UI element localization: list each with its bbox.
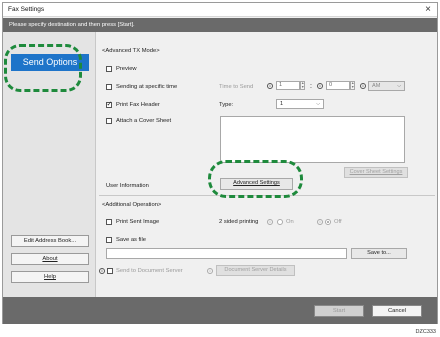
help-button[interactable]: Help [11,271,89,283]
save-as-file-label: Save as file [116,237,146,243]
start-button[interactable]: Start [314,305,364,317]
send-to-server-checkbox[interactable] [107,268,113,274]
cancel-label: Cancel [387,308,407,314]
hour-field[interactable]: 1 [276,81,300,90]
ampm-select[interactable]: AM ⌵ [368,81,405,91]
instruction-text: Please specify destination and then pres… [9,21,135,28]
time-to-send-label: Time to Send [219,84,254,90]
save-path-field[interactable] [106,248,347,259]
two-sided-on-radio[interactable] [277,219,283,225]
minute-spinner[interactable]: ▲ ▼ [350,81,355,90]
minute-field[interactable]: 0 [326,81,350,90]
chevron-down-icon: ⌵ [316,101,320,107]
window-title: Fax Settings [8,6,45,13]
instruction-bar: Please specify destination and then pres… [3,18,437,32]
edit-address-book-label: Edit Address Book... [23,238,77,244]
print-fax-header-label: Print Fax Header [116,102,160,108]
info-icon: i [267,83,273,89]
action-bar: Start Cancel [3,297,437,324]
two-sided-on-label: On [286,219,294,225]
figure-reference: DZC333 [415,329,436,335]
cover-sheet-checkbox[interactable] [106,118,112,124]
help-label: Help [44,274,56,280]
save-to-label: Save to... [367,250,391,256]
close-icon[interactable]: × [425,4,431,16]
info-icon: i [207,268,213,274]
print-fax-header-checkbox[interactable] [106,100,112,108]
start-label: Start [332,308,346,314]
info-icon: i [317,83,323,89]
print-sent-image-checkbox[interactable] [106,219,112,225]
preview-checkbox[interactable] [106,66,112,72]
send-options-highlight [4,44,82,92]
two-sided-printing-label: 2 sided printing [219,219,259,225]
type-value: 1 [280,101,284,107]
type-select[interactable]: 1 ⌵ [276,99,324,109]
advanced-tx-heading: <Advanced TX Mode> [102,48,160,54]
time-colon: : [310,83,312,90]
cover-sheet-settings-label: Cover Sheet Settings [349,169,403,175]
info-icon: i [360,83,366,89]
about-label: About [42,256,58,262]
print-sent-image-label: Print Sent Image [116,219,160,225]
cancel-button[interactable]: Cancel [372,305,422,317]
cover-sheet-label: Attach a Cover Sheet [116,118,172,124]
sending-time-label: Sending at specific time [116,84,178,90]
document-server-details-label: Document Server Details [224,267,287,273]
hour-spinner[interactable]: ▲ ▼ [300,81,305,90]
info-icon: i [267,219,273,225]
user-information-label: User Information [106,183,149,189]
two-sided-off-radio[interactable] [325,219,331,225]
additional-operation-heading: <Additional Operation> [102,202,162,208]
preview-label: Preview [116,66,137,72]
ampm-value: AM [372,83,381,89]
document-server-details-button[interactable]: Document Server Details [216,265,295,276]
save-to-button[interactable]: Save to... [351,248,407,259]
save-as-file-checkbox[interactable] [106,237,112,243]
info-icon: i [317,219,323,225]
about-button[interactable]: About [11,253,89,265]
type-label: Type: [219,102,234,108]
title-bar: Fax Settings × [3,3,437,17]
chevron-down-icon: ⌵ [397,83,401,89]
cover-sheet-settings-button[interactable]: Cover Sheet Settings [344,167,408,178]
info-icon: i [99,268,105,274]
edit-address-book-button[interactable]: Edit Address Book... [11,235,89,247]
advanced-settings-highlight [208,160,303,198]
cover-sheet-text-area[interactable] [220,116,405,163]
send-to-server-label: Send to Document Server [116,268,183,274]
sending-time-checkbox[interactable] [106,84,112,90]
two-sided-off-label: Off [334,219,342,225]
